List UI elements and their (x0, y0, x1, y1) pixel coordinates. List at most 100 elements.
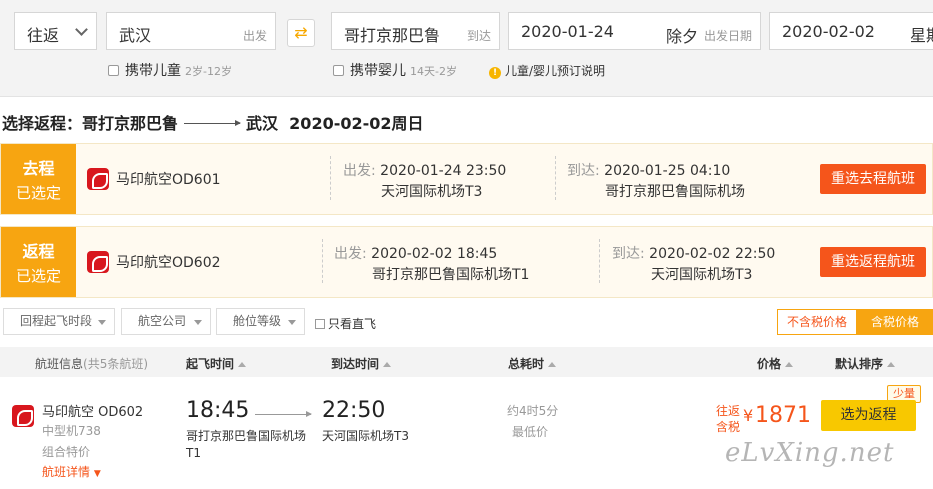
child-option[interactable]: 携带儿童 2岁-12岁 (108, 60, 232, 80)
swap-icon[interactable]: ⇄ (287, 19, 315, 47)
search-bar: 往返 武汉 出发 ⇄ 哥打京那巴鲁 到达 2020-01-24 除夕 出发日期 … (0, 0, 933, 97)
flight-arr-time: 22:50 (322, 398, 386, 423)
flight-combo: 组合特价 (42, 445, 91, 459)
table-row (0, 378, 933, 489)
page-title: 选择返程：哥打京那巴鲁 武汉 2020-02-02周日 (2, 110, 424, 134)
dep-time-filter-label: 回程起飞时段 (20, 314, 93, 328)
outbound-arr-time: 2020-01-25 04:10 (604, 163, 731, 179)
trip-type-value: 往返 (27, 26, 60, 45)
airline-filter[interactable]: 航空公司 (121, 308, 211, 335)
airline-logo-icon (87, 251, 109, 273)
return-weekday: 星期 (910, 26, 933, 45)
child-label: 携带儿童 (125, 63, 181, 79)
direct-only-option[interactable]: 只看直飞 (315, 315, 376, 332)
title-dest: 武汉 (246, 114, 279, 133)
selected-return-row: 返程 已选定 马印航空OD602 出发: 2020-02-02 18:45 哥打… (0, 226, 933, 298)
sort-dep-time-label: 起飞时间 (186, 357, 235, 371)
info-link[interactable]: ! 儿童/婴儿预订说明 (489, 62, 605, 79)
airline-logo-icon (12, 405, 34, 427)
flight-details-link[interactable]: 航班详情 ▼ (42, 463, 101, 480)
child-age: 2岁-12岁 (185, 65, 232, 78)
reselect-return-button[interactable]: 重选返程航班 (820, 247, 926, 277)
arr-label: 到达: (567, 163, 605, 179)
airline-logo-icon (87, 168, 109, 190)
depart-hint: 出发日期 (703, 29, 752, 43)
sort-duration-label: 总耗时 (508, 357, 545, 371)
title-prefix: 选择返程：哥打京那巴鲁 (2, 114, 179, 133)
to-city-value: 哥打京那巴鲁 (344, 26, 441, 45)
infant-option[interactable]: 携带婴儿 14天-2岁 (333, 60, 457, 80)
return-tag-title: 返程 (22, 242, 55, 261)
infant-checkbox[interactable] (333, 65, 344, 76)
price-label-roundtrip: 往返 (716, 404, 741, 418)
return-date-field[interactable]: 2020-02-02 星期 (769, 12, 933, 50)
trip-type-select[interactable]: 往返 (14, 12, 97, 50)
flight-arr-airport: 天河国际机场T3 (322, 429, 409, 443)
depart-holiday: 除夕 (665, 27, 698, 46)
from-hint: 出发 (242, 29, 267, 43)
outbound-tag-title: 去程 (22, 159, 55, 178)
return-arr-line: 到达: 2020-02-02 22:50 (612, 243, 775, 263)
infant-label: 携带婴儿 (350, 63, 406, 79)
sort-price-label: 价格 (757, 357, 782, 371)
sort-up-icon (887, 362, 896, 367)
dep-label: 出发: (343, 163, 381, 179)
divider (330, 156, 331, 200)
return-arr-time: 2020-02-02 22:50 (649, 246, 776, 262)
return-date-value: 2020-02-02 (782, 22, 875, 41)
flight-details-label: 航班详情 (42, 465, 91, 479)
direct-only-label: 只看直飞 (328, 317, 377, 331)
cabin-filter-label: 舱位等级 (233, 314, 282, 328)
from-city-field[interactable]: 武汉 出发 (106, 12, 276, 50)
outbound-tag-status: 已选定 (15, 184, 61, 202)
sort-up-icon (238, 362, 247, 367)
price-incl-tax-tab[interactable]: 含税价格 (856, 310, 933, 334)
sort-default[interactable]: 默认排序 (835, 355, 896, 372)
to-hint: 到达 (466, 29, 491, 43)
flight-dep-airport: 哥打京那巴鲁国际机场 (186, 429, 307, 443)
return-airline: 马印航空OD602 (116, 255, 221, 271)
caret-down-icon (194, 320, 202, 325)
divider (322, 239, 323, 283)
sort-up-icon (383, 362, 392, 367)
flight-dep-time: 18:45 (186, 398, 250, 423)
divider (599, 239, 600, 283)
flight-airline: 马印航空 OD602 (42, 405, 144, 420)
outbound-tag: 去程 已选定 (1, 144, 76, 214)
direct-only-checkbox[interactable] (315, 319, 325, 329)
arrow-right-icon (255, 411, 312, 417)
sort-duration[interactable]: 总耗时 (508, 355, 557, 372)
arrow-right-icon (184, 120, 242, 126)
outbound-dep-line: 出发: 2020-01-24 23:50 (343, 160, 506, 180)
caret-down-icon (98, 320, 106, 325)
flight-aircraft[interactable]: 中型机738 (42, 422, 101, 439)
price-excl-tax-tab[interactable]: 不含税价格 (778, 310, 856, 334)
reselect-outbound-button[interactable]: 重选去程航班 (820, 164, 926, 194)
chevron-down-icon (75, 23, 88, 36)
sort-arr-time[interactable]: 到达时间 (331, 355, 392, 372)
outbound-dep-time: 2020-01-24 23:50 (380, 163, 507, 179)
title-date: 2020-02-02周日 (289, 114, 424, 133)
choose-return-button[interactable]: 选为返程 (821, 400, 916, 431)
cabin-filter[interactable]: 舱位等级 (216, 308, 305, 335)
th-flight-count: (共5条航班) (83, 357, 149, 371)
caret-down-icon (288, 320, 296, 325)
depart-date-field[interactable]: 2020-01-24 除夕 出发日期 (508, 12, 761, 50)
sort-up-icon (548, 362, 557, 367)
to-city-field[interactable]: 哥打京那巴鲁 到达 (331, 12, 500, 50)
return-dep-airport: 哥打京那巴鲁国际机场T1 (372, 267, 530, 283)
outbound-airline: 马印航空OD601 (116, 172, 221, 188)
sort-dep-time[interactable]: 起飞时间 (186, 355, 247, 372)
sort-arr-time-label: 到达时间 (331, 357, 380, 371)
return-tag-status: 已选定 (15, 267, 61, 285)
chevron-down-icon: ▼ (93, 469, 101, 479)
child-checkbox[interactable] (108, 65, 119, 76)
price-currency: ¥ (743, 406, 754, 425)
sort-price[interactable]: 价格 (757, 355, 794, 372)
outbound-arr-airport: 哥打京那巴鲁国际机场 (605, 184, 745, 200)
sort-up-icon (785, 362, 794, 367)
sort-default-label: 默认排序 (835, 357, 884, 371)
dep-time-filter[interactable]: 回程起飞时段 (3, 308, 115, 335)
price-label-tax: 含税 (716, 420, 741, 434)
dep-label: 出发: (334, 246, 372, 262)
